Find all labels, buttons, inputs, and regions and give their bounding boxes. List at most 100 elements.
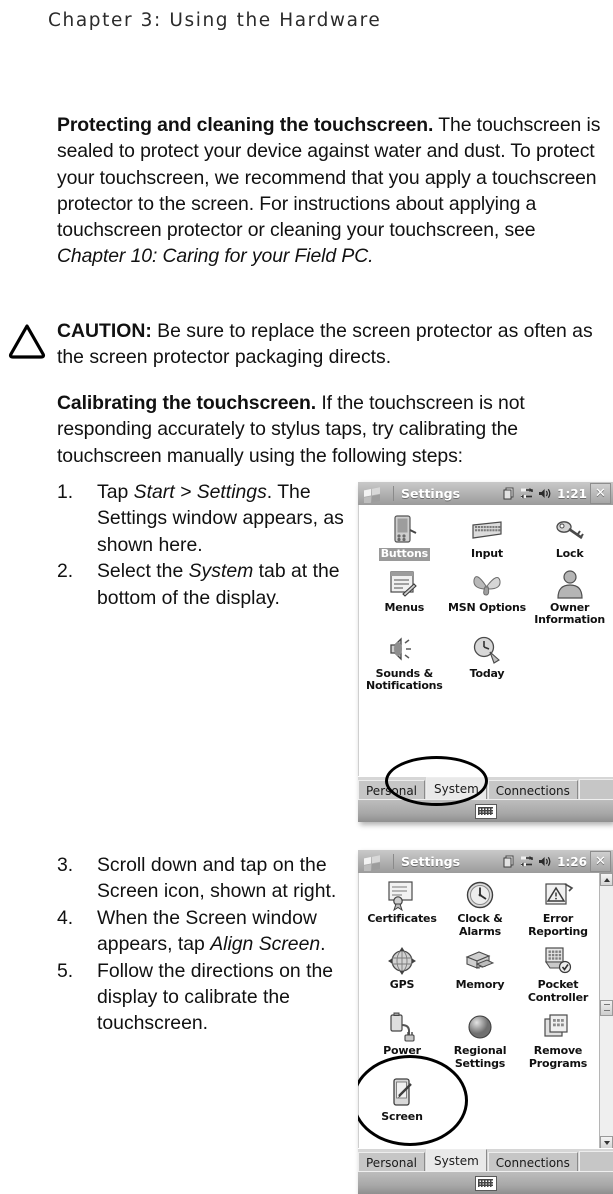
tab-strip-filler: [578, 779, 613, 800]
step-text: Follow the directions on the display to …: [97, 959, 334, 1035]
pda-window-title: Settings: [393, 854, 502, 869]
copy-icon[interactable]: [502, 855, 515, 868]
windows-flag-icon[interactable]: [361, 853, 385, 871]
pda-tab-personal[interactable]: Personal: [358, 1152, 426, 1172]
settings-item-label: Input: [471, 547, 503, 560]
settings-item-label: Power: [383, 1044, 421, 1057]
pda-titlebar: Settings: [358, 482, 613, 506]
sip-keyboard-icon[interactable]: [474, 1175, 497, 1191]
caution-lead: CAUTION:: [57, 320, 152, 342]
settings-item-label: Lock: [555, 547, 584, 560]
settings-item-lock[interactable]: Lock: [528, 511, 611, 565]
step-emphasis: System: [188, 560, 254, 583]
settings-item-sounds-notifications[interactable]: Sounds & Notifications: [363, 631, 446, 697]
settings-item-label: Certificates: [367, 912, 437, 925]
power-battery-icon: [385, 1011, 419, 1043]
settings-item-pocket-controller[interactable]: Pocket Controller: [519, 942, 597, 1008]
today-clock-icon: [470, 634, 504, 666]
pda-client-area: Certificates Clock & Alarms Error Reportin…: [358, 873, 613, 1149]
settings-item-menus[interactable]: Menus: [363, 565, 446, 631]
step-number: 1.: [57, 481, 74, 503]
settings-item-label: Memory: [455, 978, 505, 991]
network-connect-icon[interactable]: [520, 855, 533, 868]
screen-stylus-icon: [385, 1077, 419, 1109]
calibrating-block: Calibrating the touchscreen. If the touc…: [57, 390, 609, 479]
settings-item-regional-settings[interactable]: Regional Settings: [441, 1008, 519, 1074]
pda-tab-personal[interactable]: Personal: [358, 780, 426, 800]
settings-item-remove-programs[interactable]: Remove Programs: [519, 1008, 597, 1074]
settings-item-buttons[interactable]: Buttons: [363, 511, 446, 565]
tab-strip-filler: [578, 1151, 613, 1172]
sip-keyboard-icon[interactable]: [474, 803, 497, 819]
step-number: 3.: [57, 854, 74, 876]
step-item: 3. Scroll down and tap on the Screen icon…: [57, 852, 357, 905]
scroll-up-arrow[interactable]: [600, 873, 613, 886]
settings-item-label: Error Reporting: [528, 912, 588, 938]
pda-tab-system[interactable]: System: [426, 777, 487, 800]
settings-item-gps[interactable]: GPS: [363, 942, 441, 1008]
settings-item-label: Pocket Controller: [527, 978, 589, 1004]
close-icon[interactable]: ✕: [590, 851, 611, 872]
close-icon[interactable]: ✕: [590, 483, 611, 504]
step-text: Select the System tab at the bottom of t…: [97, 560, 340, 609]
settings-item-memory[interactable]: Memory: [441, 942, 519, 1008]
certificate-icon: [385, 879, 419, 911]
pda-tab-connections[interactable]: Connections: [487, 780, 578, 800]
settings-item-label: Buttons: [378, 547, 430, 561]
pda-tab-system[interactable]: System: [426, 1149, 487, 1172]
error-reporting-icon: [541, 879, 575, 911]
speaker-icon[interactable]: [538, 855, 551, 868]
msn-butterfly-icon: [470, 568, 504, 600]
clock-icon: [463, 879, 497, 911]
paragraph-italic-ref: Chapter 10: Caring for your Field PC.: [57, 245, 374, 268]
pda-status-icons: [502, 487, 551, 500]
pda-clock: 1:26: [557, 854, 587, 869]
running-header: Chapter 3: Using the Hardware: [48, 10, 382, 31]
step-number: 4.: [57, 906, 74, 929]
step-text: Scroll down and tap on the Screen icon, …: [97, 854, 337, 903]
settings-item-label: Remove Programs: [528, 1044, 588, 1070]
pda-titlebar: Settings: [358, 850, 613, 874]
steps-list-first: 1. Tap Start > Settings. The Settings win…: [57, 479, 352, 611]
settings-item-label: Screen: [381, 1110, 423, 1123]
settings-item-error-reporting[interactable]: Error Reporting: [519, 876, 597, 942]
speaker-icon[interactable]: [538, 487, 551, 500]
paragraph-calibrating: Calibrating the touchscreen. If the touc…: [57, 390, 609, 469]
settings-icon-grid: Buttons Input Lock Menus MSN Options Owner In…: [359, 505, 613, 777]
caution-block: CAUTION: Be sure to replace the screen p…: [8, 318, 609, 371]
settings-item-msn-options[interactable]: MSN Options: [446, 565, 529, 631]
vertical-scrollbar[interactable]: [599, 873, 613, 1149]
steps-list-second: 3. Scroll down and tap on the Screen icon…: [57, 852, 357, 1037]
settings-item-power[interactable]: Power: [363, 1008, 441, 1074]
settings-item-input[interactable]: Input: [446, 511, 529, 565]
step-text: Tap Start > Settings. The Settings windo…: [97, 481, 344, 556]
pda-tab-connections[interactable]: Connections: [487, 1152, 578, 1172]
settings-item-label: Sounds & Notifications: [366, 666, 443, 692]
settings-item-clock-alarms[interactable]: Clock & Alarms: [441, 876, 519, 942]
paragraph-lead: Protecting and cleaning the touchscreen.: [57, 114, 434, 136]
settings-item-screen[interactable]: Screen: [363, 1074, 441, 1128]
pda-client-area: Buttons Input Lock Menus MSN Options Owner In…: [358, 505, 613, 777]
step-item: 4. When the Screen window appears, tap Al…: [57, 905, 357, 958]
step-number: 5.: [57, 959, 74, 982]
settings-item-owner-information[interactable]: Owner Information: [528, 565, 611, 631]
screenshot-settings-system: Settings 1:26 ✕ Certificates Clock & Ala…: [358, 850, 613, 1194]
settings-item-label: Regional Settings: [453, 1044, 507, 1070]
pocket-controller-icon: [541, 945, 575, 977]
windows-flag-icon[interactable]: [361, 485, 385, 503]
network-connect-icon[interactable]: [520, 487, 533, 500]
menus-icon: [387, 568, 421, 600]
owner-person-icon: [553, 568, 587, 600]
settings-item-label: Today: [469, 666, 505, 680]
copy-icon[interactable]: [502, 487, 515, 500]
screenshot-settings-personal: Settings 1:21 ✕ Buttons Input Lock Menus…: [358, 482, 613, 822]
settings-item-certificates[interactable]: Certificates: [363, 876, 441, 942]
settings-icon-grid: Certificates Clock & Alarms Error Reportin…: [359, 873, 599, 1149]
pda-window-title: Settings: [393, 486, 502, 501]
settings-item-label: Owner Information: [534, 600, 606, 626]
step-emphasis: Align Screen: [210, 933, 321, 956]
remove-programs-icon: [541, 1011, 575, 1043]
settings-item-today[interactable]: Today: [446, 631, 529, 697]
scrollbar-thumb[interactable]: [600, 999, 613, 1016]
buttons-icon: [387, 514, 421, 546]
